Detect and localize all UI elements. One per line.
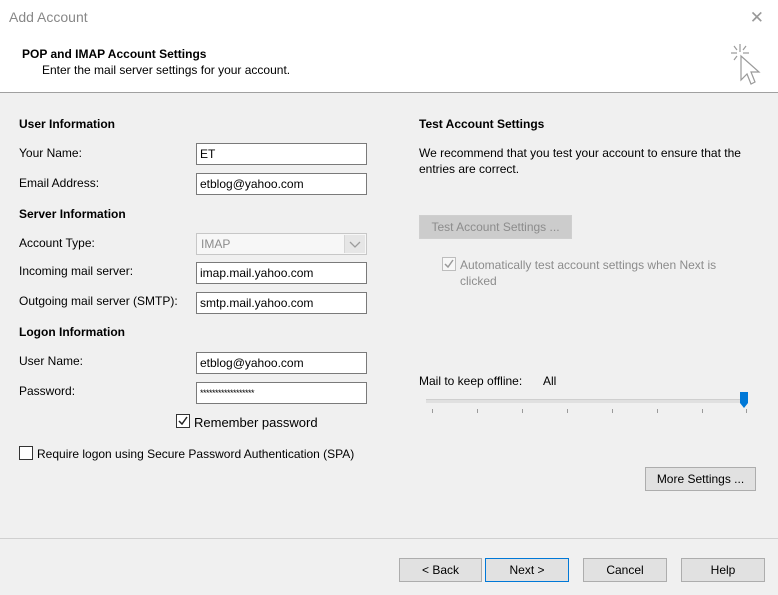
outgoing-mail-server-label: Outgoing mail server (SMTP):	[19, 294, 178, 308]
mail-offline-label: Mail to keep offline:	[419, 374, 523, 388]
slider-tick	[477, 409, 478, 413]
offline-slider-track[interactable]	[426, 399, 748, 403]
logon-information-heading: Logon Information	[19, 325, 125, 339]
test-description: We recommend that you test your account …	[419, 146, 741, 176]
test-account-settings-button[interactable]: Test Account Settings ...	[419, 215, 572, 239]
window-title: Add Account	[9, 9, 88, 25]
incoming-mail-server-input[interactable]: imap.mail.yahoo.com	[196, 262, 367, 284]
next-button[interactable]: Next >	[485, 558, 569, 582]
help-button[interactable]: Help	[681, 558, 765, 582]
account-type-select: IMAP	[196, 233, 367, 255]
email-address-input[interactable]: etblog@yahoo.com	[196, 173, 367, 195]
footer-divider	[0, 538, 778, 539]
user-name-label: User Name:	[19, 354, 84, 368]
checkmark-icon	[178, 416, 188, 426]
test-account-settings-heading: Test Account Settings	[419, 117, 545, 131]
auto-test-label[interactable]: Automatically test account settings when…	[460, 257, 745, 289]
slider-tick	[432, 409, 433, 413]
slider-tick	[702, 409, 703, 413]
add-account-dialog: Add Account ✕ POP and IMAP Account Setti…	[0, 0, 778, 595]
account-type-label: Account Type:	[19, 236, 95, 250]
server-information-heading: Server Information	[19, 207, 126, 221]
header-panel: POP and IMAP Account Settings Enter the …	[0, 36, 778, 93]
user-information-heading: User Information	[19, 117, 116, 131]
slider-tick	[746, 409, 747, 413]
user-name-input[interactable]: etblog@yahoo.com	[196, 352, 367, 374]
cursor-click-icon	[731, 44, 761, 85]
checkmark-icon	[444, 259, 454, 269]
page-subtitle: Enter the mail server settings for your …	[42, 63, 291, 77]
remember-password-checkbox[interactable]	[176, 414, 190, 428]
back-button[interactable]: < Back	[399, 558, 482, 582]
password-input[interactable]: ******************	[196, 382, 367, 404]
slider-tick	[522, 409, 523, 413]
slider-tick	[567, 409, 568, 413]
slider-tick	[657, 409, 658, 413]
slider-tick	[612, 409, 613, 413]
email-address-label: Email Address:	[19, 176, 100, 190]
cancel-button[interactable]: Cancel	[583, 558, 667, 582]
your-name-input[interactable]: ET	[196, 143, 367, 165]
mail-offline-value: All	[543, 374, 557, 388]
spa-checkbox[interactable]	[19, 446, 33, 460]
close-icon[interactable]: ✕	[750, 8, 764, 28]
password-label: Password:	[19, 384, 76, 398]
remember-password-label[interactable]: Remember password	[194, 415, 318, 430]
your-name-label: Your Name:	[19, 146, 82, 160]
account-type-value: IMAP	[201, 237, 231, 251]
more-settings-button[interactable]: More Settings ...	[645, 467, 756, 491]
offline-slider-thumb[interactable]	[740, 392, 748, 408]
title-bar: Add Account ✕	[0, 0, 778, 36]
incoming-mail-server-label: Incoming mail server:	[19, 264, 134, 278]
chevron-down-icon	[344, 235, 365, 253]
outgoing-mail-server-input[interactable]: smtp.mail.yahoo.com	[196, 292, 367, 314]
auto-test-checkbox[interactable]	[442, 257, 456, 271]
spa-label[interactable]: Require logon using Secure Password Auth…	[37, 447, 354, 461]
page-title: POP and IMAP Account Settings	[22, 47, 207, 61]
